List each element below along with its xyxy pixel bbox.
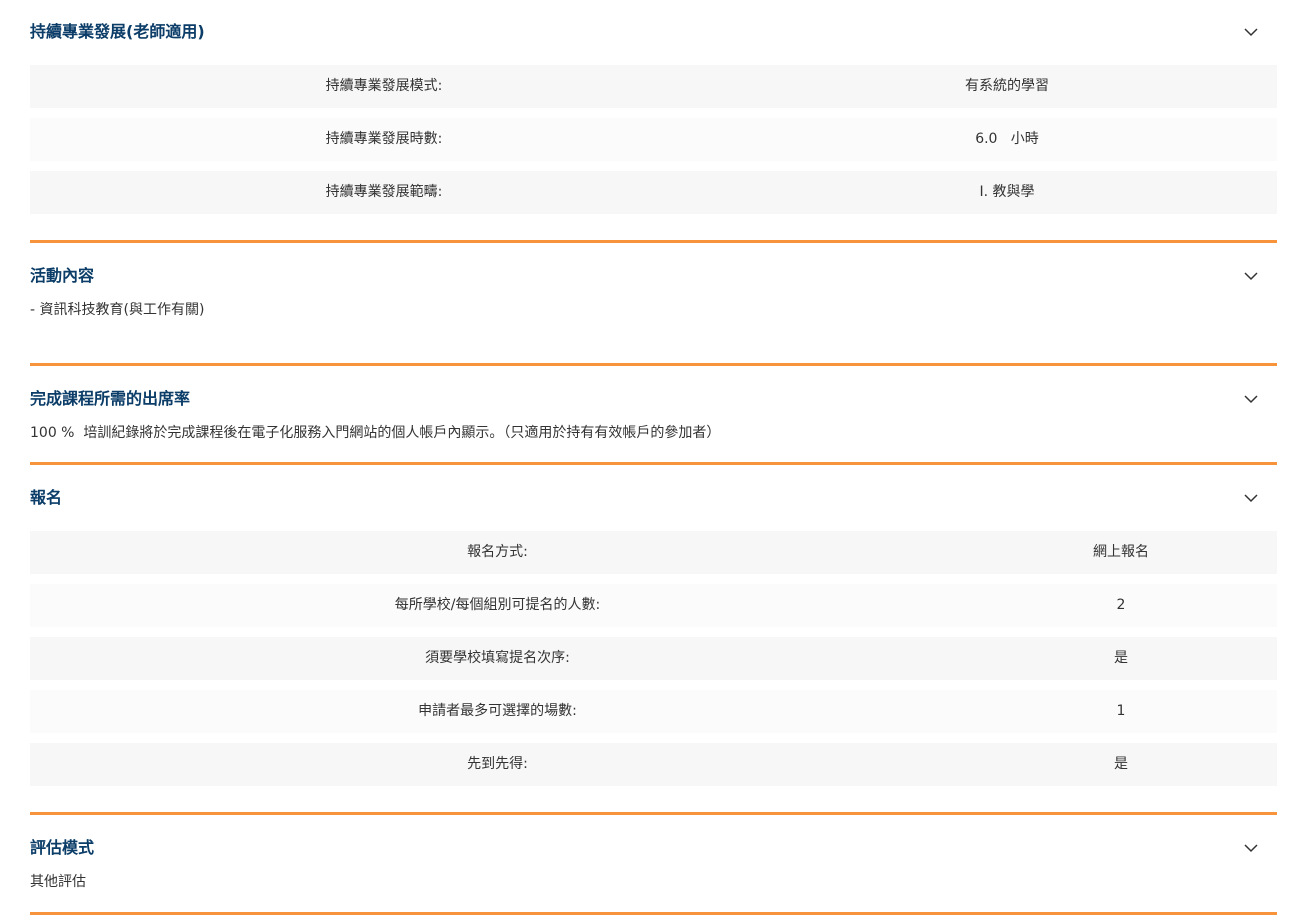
section-attendance-header[interactable]: 完成課程所需的出席率 [30,387,1277,411]
info-row: 申請者最多可選擇的場數: 1 [30,690,1277,733]
info-row-label: 持續專業發展時數: [325,131,443,147]
section-title-assessment: 評估模式 [30,838,95,857]
info-row-label: 先到先得: [467,756,528,772]
section-title-content: 活動內容 [30,266,95,285]
section-cpd-header[interactable]: 持續專業發展(老師適用) [30,20,1277,44]
info-row-value: 1 [1116,703,1126,719]
section-content-text: - 資訊科技教育(與工作有關) [30,302,205,318]
info-row-label: 報名方式: [467,544,528,560]
info-row-value: I. 教與學 [979,184,1035,200]
info-row-value: 網上報名 [1093,544,1149,560]
section-title-attendance: 完成課程所需的出席率 [30,389,191,408]
section-divider [30,240,1277,243]
info-row-label: 須要學校填寫提名次序: [425,650,570,666]
info-row: 先到先得: 是 [30,743,1277,786]
info-row: 持續專業發展範疇: I. 教與學 [30,171,1277,214]
section-title-cpd: 持續專業發展(老師適用) [30,22,205,41]
chevron-down-icon[interactable] [1243,840,1259,856]
info-row: 每所學校/每個組別可提名的人數: 2 [30,584,1277,627]
section-assessment-header[interactable]: 評估模式 [30,836,1277,860]
chevron-down-icon[interactable] [1243,490,1259,506]
info-row-label: 每所學校/每個組別可提名的人數: [394,597,601,613]
info-row-value: 是 [1114,756,1128,772]
chevron-down-icon[interactable] [1243,24,1259,40]
section-divider [30,812,1277,815]
info-row: 持續專業發展模式: 有系統的學習 [30,65,1277,108]
section-assessment-text: 其他評估 [30,874,86,890]
info-row-value: 6.0 小時 [975,131,1039,147]
section-attendance-text: 100 % 培訓紀錄將於完成課程後在電子化服務入門網站的個人帳戶內顯示。（只適用… [30,425,721,441]
info-row-value: 有系統的學習 [965,78,1049,94]
info-row: 須要學校填寫提名次序: 是 [30,637,1277,680]
section-divider [30,912,1277,915]
info-row: 持續專業發展時數: 6.0 小時 [30,118,1277,161]
section-divider [30,462,1277,465]
info-row-value: 是 [1114,650,1128,666]
section-enrol-header[interactable]: 報名 [30,486,1277,510]
section-content-header[interactable]: 活動內容 [30,264,1277,288]
chevron-down-icon[interactable] [1243,391,1259,407]
info-row-value: 2 [1116,597,1126,613]
info-row-label: 持續專業發展範疇: [325,184,443,200]
info-row-label: 持續專業發展模式: [325,78,443,94]
info-row: 報名方式: 網上報名 [30,531,1277,574]
section-divider [30,363,1277,366]
chevron-down-icon[interactable] [1243,268,1259,284]
info-row-label: 申請者最多可選擇的場數: [418,703,577,719]
section-title-enrol: 報名 [30,488,63,507]
